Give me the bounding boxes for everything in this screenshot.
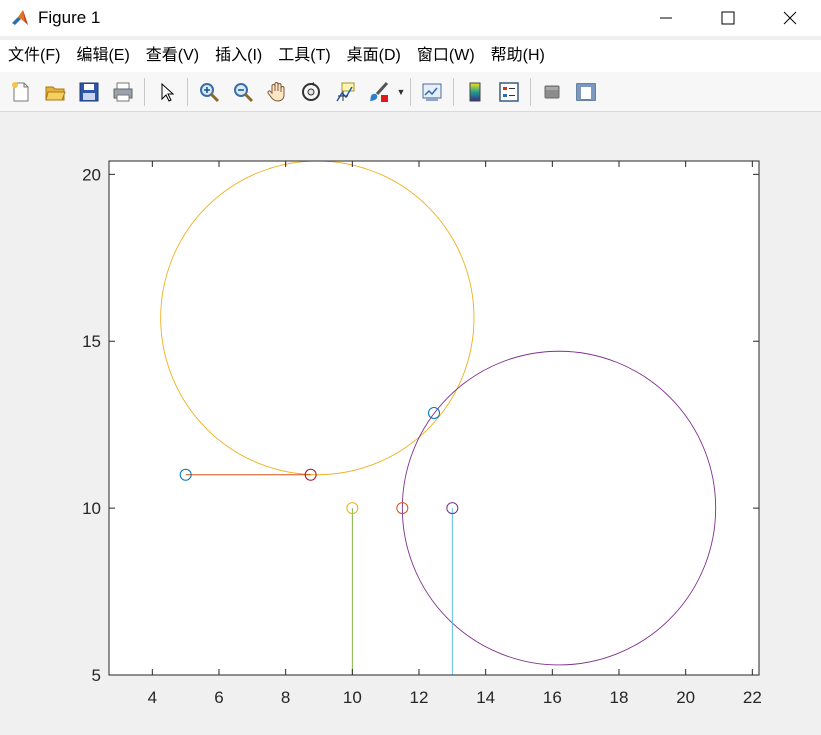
zoom-out-button[interactable]: [228, 77, 258, 107]
show-plot-tools-icon: [576, 82, 596, 101]
x-tick-label: 6: [214, 688, 223, 707]
maximize-icon: [721, 11, 735, 25]
menu-edit[interactable]: 编辑(E): [68, 40, 137, 72]
menu-tools[interactable]: 工具(T): [270, 40, 338, 72]
hide-plot-tools-button[interactable]: [537, 77, 567, 107]
title-bar: Figure 1: [0, 0, 821, 36]
menu-file[interactable]: 文件(F): [0, 40, 68, 72]
hide-plot-tools-icon: [544, 85, 560, 98]
x-tick-label: 20: [676, 688, 695, 707]
new-figure-button[interactable]: [6, 77, 36, 107]
zoom-in-icon: [200, 82, 220, 102]
matlab-logo-icon: [12, 10, 28, 25]
zoom-out-icon: [234, 82, 254, 102]
menu-window[interactable]: 窗口(W): [409, 40, 483, 72]
show-plot-tools-button[interactable]: [571, 77, 601, 107]
legend-icon: [499, 81, 519, 102]
print-icon: [113, 82, 133, 101]
toolbar-separator: [530, 77, 531, 106]
menu-insert[interactable]: 插入(I): [207, 40, 270, 72]
brush-icon: [370, 81, 389, 102]
x-tick-label: 22: [743, 688, 762, 707]
open-file-button[interactable]: [40, 77, 70, 107]
open-file-icon: [45, 86, 66, 100]
rotate-3d-button[interactable]: [296, 77, 326, 107]
x-tick-label: 10: [343, 688, 362, 707]
x-tick-label: 18: [610, 688, 629, 707]
toolbar-separator: [453, 77, 454, 106]
minimize-icon: [660, 17, 672, 19]
toolbar-separator: [187, 77, 188, 106]
y-tick-label: 20: [82, 165, 101, 184]
window-title: Figure 1: [38, 8, 101, 27]
brush-dropdown[interactable]: ▼: [396, 77, 406, 107]
zoom-in-button[interactable]: [194, 77, 224, 107]
x-tick-label: 14: [476, 688, 495, 707]
print-button[interactable]: [108, 77, 138, 107]
x-tick-label: 4: [148, 688, 157, 707]
y-tick-label: 15: [82, 332, 101, 351]
menu-bar: 文件(F) 编辑(E) 查看(V) 插入(I) 工具(T) 桌面(D) 窗口(W…: [0, 40, 821, 72]
y-tick-label: 10: [82, 499, 101, 518]
rotate-3d-icon: [302, 81, 320, 101]
pan-button[interactable]: [262, 77, 292, 107]
close-icon: [783, 11, 797, 25]
link-plot-button[interactable]: [417, 77, 447, 107]
menu-help[interactable]: 帮助(H): [483, 40, 553, 72]
x-tick-label: 16: [543, 688, 562, 707]
new-figure-icon: [12, 81, 29, 101]
x-tick-label: 8: [281, 688, 290, 707]
pan-hand-icon: [267, 81, 285, 102]
data-cursor-button[interactable]: [330, 77, 360, 107]
colorbar-button[interactable]: [460, 77, 490, 107]
brush-button[interactable]: [364, 77, 394, 107]
close-button[interactable]: [759, 0, 821, 36]
save-icon: [79, 82, 99, 101]
link-plot-icon: [422, 83, 442, 101]
save-button[interactable]: [74, 77, 104, 107]
menu-view[interactable]: 查看(V): [138, 40, 207, 72]
figure-toolbar: ▼: [0, 72, 821, 112]
x-tick-label: 12: [410, 688, 429, 707]
maximize-button[interactable]: [697, 0, 759, 36]
legend-button[interactable]: [494, 77, 524, 107]
plot-svg[interactable]: 4 6 8 10 12 14 16 18 20 22 5 10 15 20: [0, 113, 821, 735]
data-cursor-icon: [336, 82, 355, 101]
minimize-button[interactable]: [635, 0, 697, 36]
colorbar-icon: [469, 82, 481, 101]
toolbar-separator: [144, 77, 145, 106]
y-tick-label: 5: [92, 666, 101, 685]
window-controls: [635, 0, 821, 36]
menu-desktop[interactable]: 桌面(D): [339, 40, 409, 72]
pointer-button[interactable]: [151, 77, 181, 107]
figure-canvas: 4 6 8 10 12 14 16 18 20 22 5 10 15 20: [0, 113, 821, 735]
toolbar-separator: [410, 77, 411, 106]
pointer-icon: [161, 82, 175, 102]
